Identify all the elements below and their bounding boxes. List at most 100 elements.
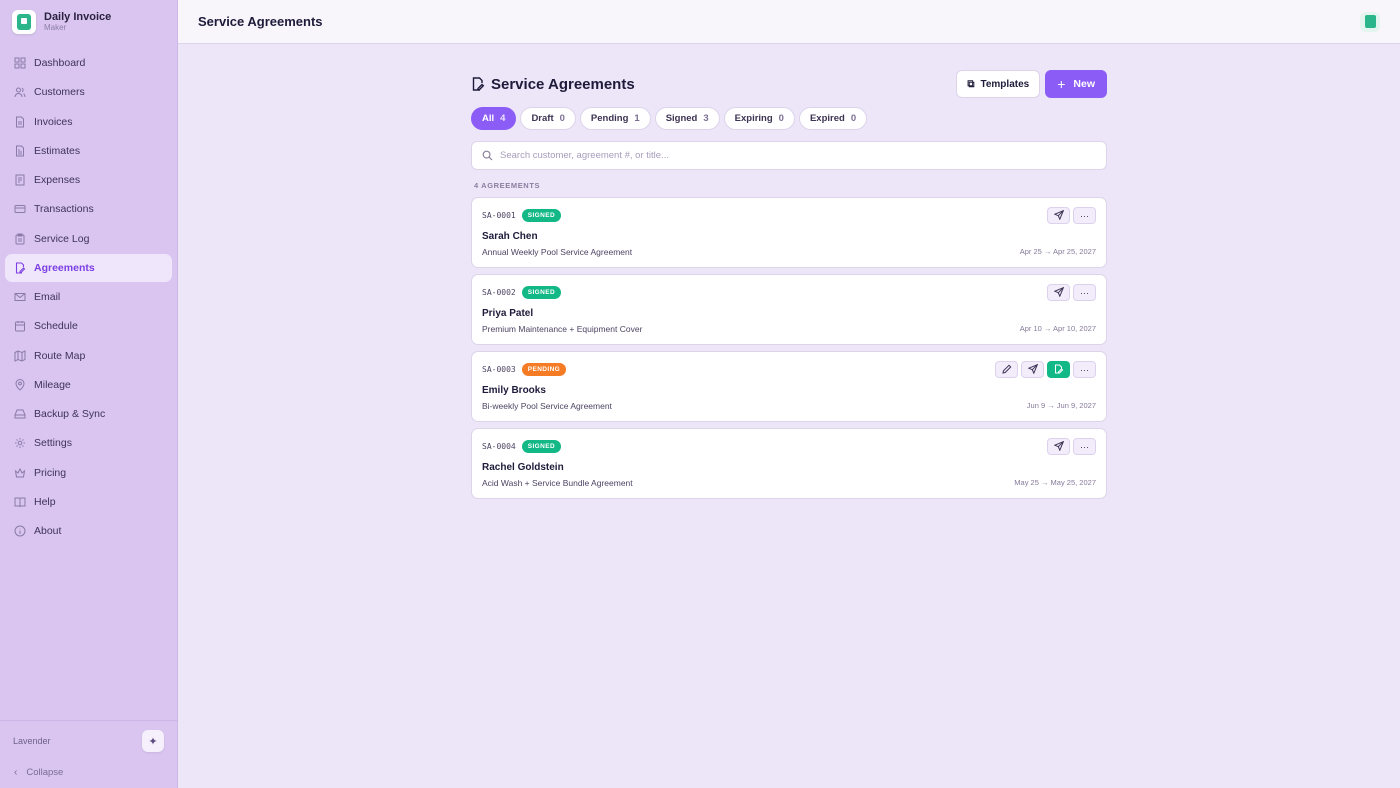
more-horizontal-icon: ···	[1080, 364, 1089, 375]
sidebar-item-email[interactable]: Email	[5, 283, 172, 311]
edit-button[interactable]	[995, 361, 1018, 378]
sidebar-item-expenses[interactable]: Expenses	[5, 166, 172, 194]
agreement-number: SA-0004	[482, 441, 516, 451]
customer-name: Priya Patel	[482, 308, 534, 319]
grid-icon	[14, 57, 26, 69]
templates-label: Templates	[980, 78, 1030, 90]
brand[interactable]: Daily Invoice Maker	[0, 0, 177, 44]
filter-all[interactable]: All 4	[471, 107, 517, 130]
send-button[interactable]	[1047, 284, 1070, 301]
sidebar-item-service-log[interactable]: Service Log	[5, 225, 172, 253]
sidebar: Daily Invoice Maker Dashboard Customers …	[0, 0, 178, 788]
agreement-dates: Apr 10 → Apr 10, 2027	[1019, 324, 1096, 333]
sidebar-item-route-map[interactable]: Route Map	[5, 342, 172, 370]
filter-pending[interactable]: Pending 1	[579, 107, 651, 130]
mail-icon	[14, 291, 26, 303]
agreement-card[interactable]: SA-0004 SIGNED Rachel Goldstein Acid Was…	[471, 428, 1107, 499]
filter-count: 3	[703, 113, 709, 124]
agreement-dates: Jun 9 → Jun 9, 2027	[1026, 401, 1096, 410]
page-title: Service Agreements	[471, 76, 635, 93]
sidebar-item-label: Help	[34, 495, 56, 508]
avatar[interactable]	[1360, 11, 1380, 32]
clipboard-icon	[14, 233, 26, 245]
sidebar-item-label: Invoices	[34, 115, 73, 128]
copy-icon: ⧉	[967, 78, 975, 90]
topbar: Service Agreements	[178, 0, 1400, 44]
collapse-button[interactable]: ‹ Collapse	[0, 761, 177, 783]
more-button[interactable]: ···	[1073, 207, 1096, 224]
sidebar-item-label: Customers	[34, 86, 85, 99]
new-label: New	[1073, 78, 1095, 90]
sidebar-item-label: Backup & Sync	[34, 408, 106, 420]
filter-draft[interactable]: Draft 0	[520, 107, 576, 130]
filter-count: 0	[850, 113, 857, 124]
filter-expiring[interactable]: Expiring 0	[723, 107, 795, 130]
search-input[interactable]	[500, 150, 1096, 161]
sidebar-item-backup-sync[interactable]: Backup & Sync	[5, 400, 172, 428]
agreements-list: SA-0001 SIGNED Sarah Chen Annual Weekly …	[471, 197, 1107, 499]
status-badge: PENDING	[521, 362, 567, 376]
sidebar-item-label: Email	[34, 291, 61, 303]
sidebar-item-pricing[interactable]: Pricing	[5, 459, 172, 487]
file-signature-icon	[1054, 364, 1064, 376]
sidebar-item-schedule[interactable]: Schedule	[5, 312, 172, 340]
send-button[interactable]	[1047, 438, 1070, 455]
send-button[interactable]	[1047, 207, 1070, 224]
sign-button[interactable]	[1047, 361, 1070, 378]
theme-label: Lavender	[13, 736, 51, 746]
sidebar-item-estimates[interactable]: Estimates	[5, 137, 172, 165]
filter-signed[interactable]: Signed 3	[654, 107, 720, 130]
page-title-text: Service Agreements	[491, 75, 635, 93]
filter-label: Pending	[590, 113, 629, 124]
sidebar-item-help[interactable]: Help	[5, 488, 172, 516]
plus-icon: +	[1057, 76, 1066, 92]
search-icon	[482, 150, 493, 161]
status-badge: SIGNED	[521, 285, 562, 299]
more-button[interactable]: ···	[1073, 284, 1096, 301]
templates-button[interactable]: ⧉ Templates	[956, 70, 1041, 98]
agreement-title: Acid Wash + Service Bundle Agreement	[482, 478, 633, 488]
topbar-title: Service Agreements	[198, 14, 323, 29]
send-icon	[1027, 363, 1038, 376]
status-badge: SIGNED	[521, 208, 562, 222]
send-button[interactable]	[1021, 361, 1044, 378]
more-button[interactable]: ···	[1073, 438, 1096, 455]
more-button[interactable]: ···	[1073, 361, 1096, 378]
filter-count: 0	[778, 113, 784, 124]
filter-expired[interactable]: Expired 0	[798, 107, 868, 130]
agreements-count: 4 AGREEMENTS	[474, 181, 541, 190]
gear-icon	[14, 437, 26, 449]
sidebar-item-transactions[interactable]: Transactions	[5, 195, 172, 223]
agreement-card[interactable]: SA-0003 PENDING Emily Brooks Bi-weekly P…	[471, 351, 1107, 422]
agreement-title: Premium Maintenance + Equipment Cover	[482, 324, 643, 334]
sidebar-item-label: Estimates	[34, 144, 81, 157]
sidebar-item-label: About	[34, 525, 62, 537]
agreements-panel: Service Agreements ⧉ Templates + New All…	[471, 70, 1107, 505]
sidebar-item-mileage[interactable]: Mileage	[5, 371, 172, 399]
file-signature-icon	[471, 77, 485, 91]
agreement-card[interactable]: SA-0001 SIGNED Sarah Chen Annual Weekly …	[471, 197, 1107, 268]
sidebar-item-invoices[interactable]: Invoices	[5, 108, 172, 136]
brand-subtitle: Maker	[44, 23, 67, 32]
customer-name: Rachel Goldstein	[482, 462, 564, 473]
book-icon	[14, 496, 26, 508]
sidebar-item-settings[interactable]: Settings	[5, 429, 172, 457]
new-agreement-button[interactable]: + New	[1045, 70, 1107, 98]
sidebar-item-customers[interactable]: Customers	[5, 78, 172, 106]
sidebar-item-label: Agreements	[34, 261, 95, 274]
collapse-label: Collapse	[26, 766, 64, 778]
map-pin-icon	[14, 378, 26, 391]
agreement-dates: Apr 25 → Apr 25, 2027	[1019, 247, 1096, 256]
sidebar-item-dashboard[interactable]: Dashboard	[5, 49, 172, 77]
sidebar-item-about[interactable]: About	[5, 517, 172, 545]
theme-switch-button[interactable]: ✦	[142, 730, 164, 752]
credit-card-icon	[14, 203, 26, 215]
send-icon	[1053, 209, 1064, 222]
agreement-card[interactable]: SA-0002 SIGNED Priya Patel Premium Maint…	[471, 274, 1107, 345]
more-horizontal-icon: ···	[1080, 287, 1089, 298]
app-logo-icon	[12, 10, 36, 34]
receipt-icon	[14, 174, 26, 186]
sidebar-item-agreements[interactable]: Agreements	[5, 253, 172, 282]
hard-drive-icon	[14, 408, 26, 420]
agreement-title: Bi-weekly Pool Service Agreement	[482, 401, 612, 411]
